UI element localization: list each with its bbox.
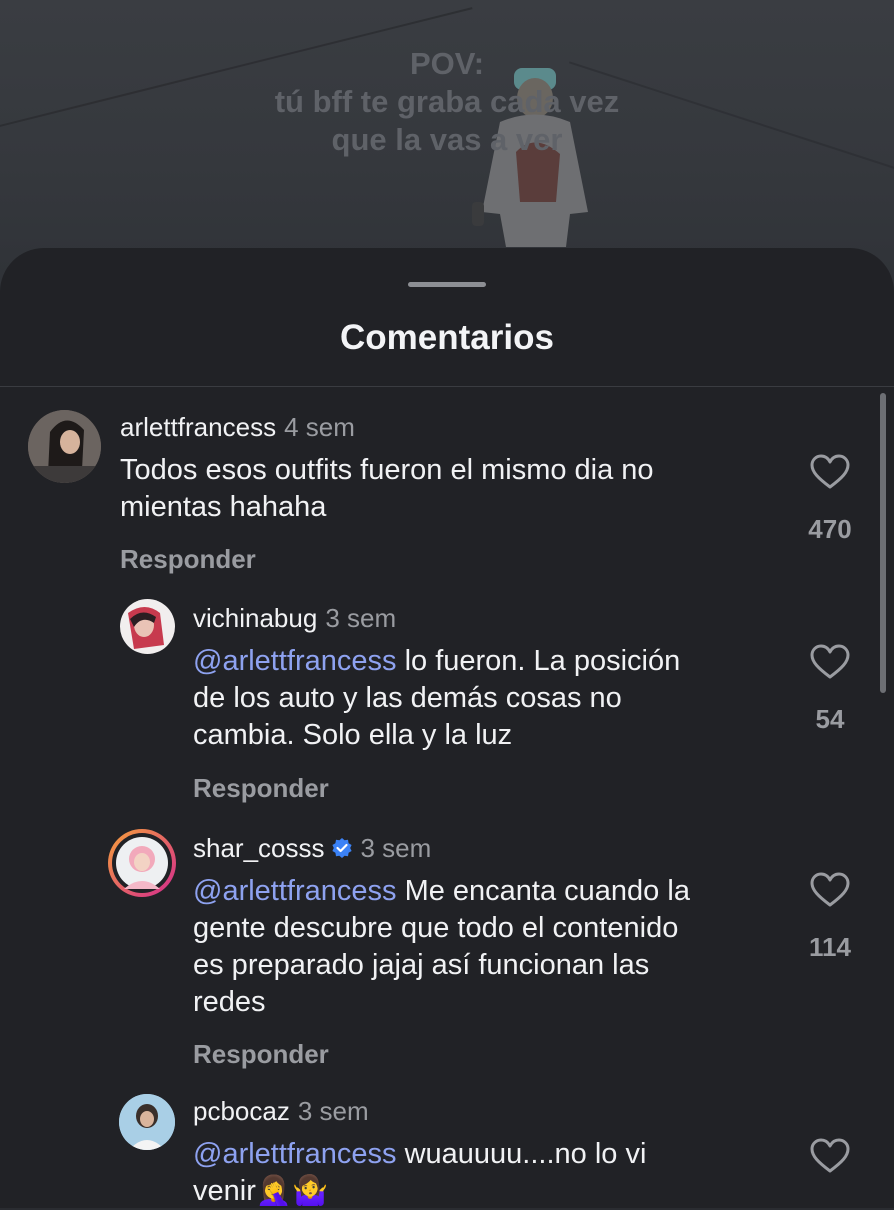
avatar[interactable]: [120, 599, 175, 654]
comment-line: mientas hahaha: [120, 491, 327, 523]
overlay-line-2: tú bff te graba cada vez: [274, 84, 620, 119]
sheet-title: Comentarios: [340, 318, 554, 357]
username-text[interactable]: vichinabug: [193, 603, 317, 633]
comment-line-text: wuauuuu....no lo vi: [396, 1138, 647, 1170]
like-count: 114: [809, 932, 851, 962]
comment-line: Todos esos outfits fueron el mismo dia n…: [120, 454, 654, 486]
overlay-line-1: POV:: [409, 46, 485, 81]
heart-icon[interactable]: [810, 872, 850, 908]
video-overlay-text: POV: tú bff te graba cada vez que la vas…: [0, 45, 894, 159]
avatar-image: [116, 837, 168, 889]
like-count: 470: [808, 514, 852, 544]
comment-username[interactable]: vichinabug 3 sem: [193, 603, 396, 634]
avatar-image: [119, 1094, 175, 1150]
comments-sheet: Comentarios arlettfrancess 4 sem Todos es…: [0, 248, 894, 1208]
reply-button[interactable]: Responder: [193, 773, 329, 804]
reply-button[interactable]: Responder: [120, 544, 256, 575]
avatar-image: [28, 410, 101, 483]
heart-icon[interactable]: [810, 644, 850, 680]
avatar[interactable]: [28, 410, 101, 483]
divider: [0, 386, 894, 387]
comment-line: redes: [193, 986, 266, 1018]
like-count: 54: [815, 704, 845, 734]
avatar[interactable]: [119, 1094, 175, 1150]
comment-username[interactable]: shar_cosss 3 sem: [193, 833, 431, 864]
scrollbar[interactable]: [880, 393, 886, 693]
comment-line: de los auto y las demás cosas no: [193, 682, 622, 714]
comment-username[interactable]: arlettfrancess 4 sem: [120, 412, 355, 443]
mention-link[interactable]: @arlettfrancess: [193, 875, 397, 907]
comment-time: 3 sem: [360, 833, 432, 863]
username-text[interactable]: shar_cosss: [193, 833, 325, 863]
heart-icon[interactable]: [810, 1138, 850, 1174]
reply-button[interactable]: Responder: [193, 1039, 329, 1070]
comment-text: @arlettfrancess Me encanta cuando la gen…: [193, 873, 690, 1021]
heart-icon[interactable]: [810, 454, 850, 490]
username-text[interactable]: arlettfrancess: [120, 412, 276, 442]
comment-time: 3 sem: [325, 603, 397, 633]
verified-badge-icon: [331, 838, 352, 859]
comment-line: venir🤦‍♀️🤷‍♀️: [193, 1175, 329, 1207]
comment-text: Todos esos outfits fueron el mismo dia n…: [120, 452, 654, 526]
comment-text: @arlettfrancess lo fueron. La posición d…: [193, 643, 680, 754]
comment-line: gente descubre que todo el contenido: [193, 912, 679, 944]
story-ring-avatar[interactable]: [108, 829, 176, 897]
comment-text: @arlettfrancess wuauuuu....no lo vi veni…: [193, 1136, 646, 1210]
comment-line: @arlettfrancess wuauuuu....no lo vi: [193, 1136, 646, 1173]
comment-username[interactable]: pcbocaz 3 sem: [193, 1096, 369, 1127]
comment-line-text: lo fueron. La posición: [396, 645, 681, 677]
avatar-image: [120, 599, 175, 654]
comment-time: 4 sem: [284, 412, 355, 442]
comment-line-text: Me encanta cuando la: [396, 875, 690, 907]
sheet-grabber-handle[interactable]: [408, 282, 486, 287]
username-text[interactable]: pcbocaz: [193, 1096, 290, 1126]
comment-time: 3 sem: [297, 1096, 369, 1126]
comment-line: cambia. Solo ella y la luz: [193, 719, 513, 751]
mention-link[interactable]: @arlettfrancess: [193, 1138, 397, 1170]
overlay-line-3: que la vas a ver: [331, 122, 563, 157]
mention-link[interactable]: @arlettfrancess: [193, 645, 397, 677]
comment-line: @arlettfrancess Me encanta cuando la: [193, 873, 690, 910]
comment-line: @arlettfrancess lo fueron. La posición: [193, 643, 680, 680]
comment-line: es preparado jajaj así funcionan las: [193, 949, 650, 981]
